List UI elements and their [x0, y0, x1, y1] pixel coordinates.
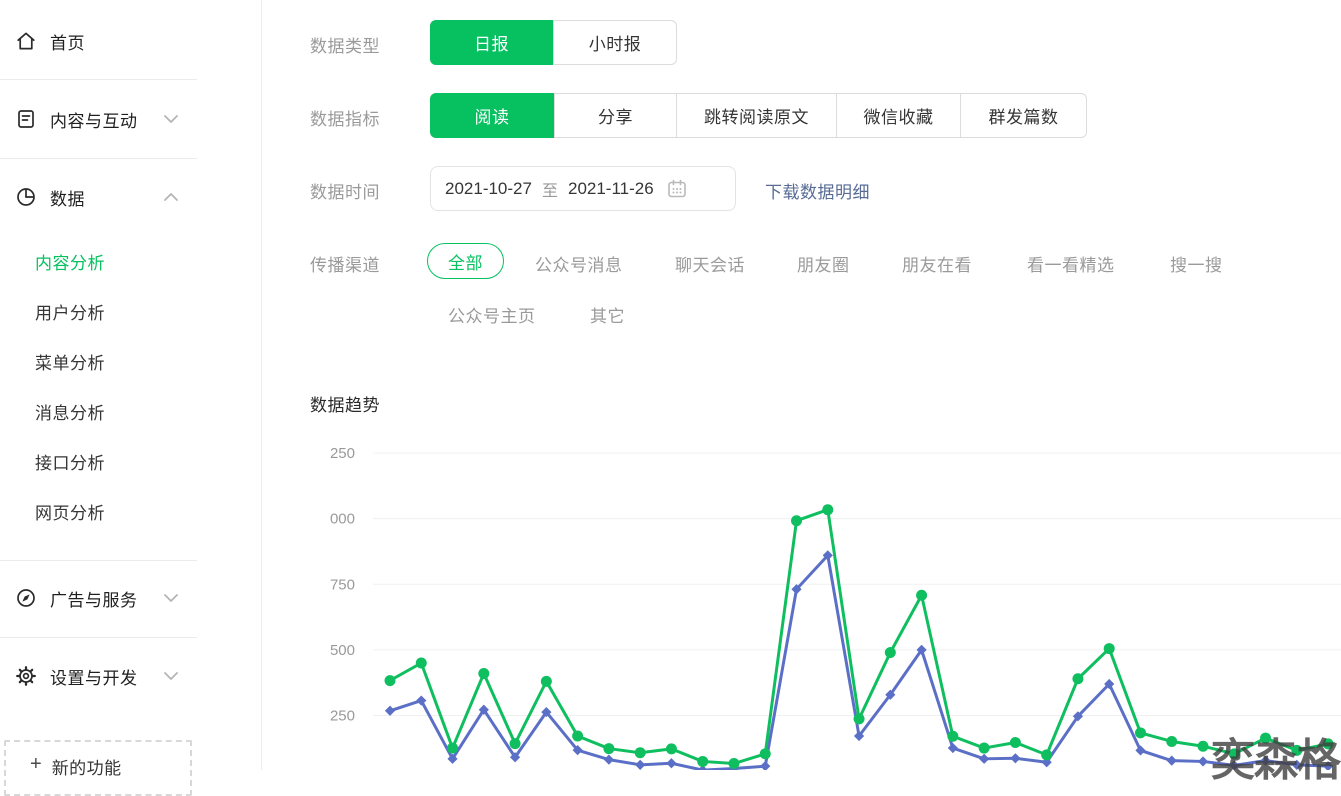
channel-official-message[interactable]: 公众号消息	[535, 251, 623, 276]
end-date: 2021-11-26	[568, 179, 654, 199]
svg-text:1000: 1000	[330, 511, 355, 528]
chart-title: 数据趋势	[310, 391, 380, 416]
sidebar-divider	[0, 158, 197, 159]
chevron-down-icon	[164, 672, 178, 680]
tab-wechat-favorite[interactable]: 微信收藏	[836, 93, 961, 138]
sidebar-item-label: 数据	[50, 185, 85, 210]
metric-toggle: 阅读 分享 跳转阅读原文 微信收藏 群发篇数	[430, 93, 1087, 138]
sidebar: 首页 内容与互动 数据 内容分析 用户分析 菜单分析 消息分析 接口分析 网页分…	[0, 0, 262, 770]
start-date: 2021-10-27	[445, 179, 532, 199]
channel-top-stories[interactable]: 看一看精选	[1027, 251, 1115, 276]
sidebar-divider	[0, 79, 197, 80]
channel-label: 传播渠道	[310, 251, 380, 276]
time-label: 数据时间	[310, 178, 380, 203]
sidebar-divider	[0, 560, 197, 561]
data-type-toggle: 日报 小时报	[430, 20, 677, 65]
channel-other[interactable]: 其它	[590, 302, 625, 327]
sidebar-subitem-content-analysis[interactable]: 内容分析	[35, 249, 105, 274]
pie-chart-icon	[14, 185, 38, 209]
svg-text:750: 750	[330, 576, 355, 593]
date-range-picker[interactable]: 2021-10-27 至 2021-11-26	[430, 166, 736, 211]
sidebar-item-settings-dev[interactable]: 设置与开发	[14, 659, 196, 693]
channel-moments[interactable]: 朋友圈	[797, 251, 850, 276]
sidebar-item-content-interaction[interactable]: 内容与互动	[14, 102, 196, 136]
channel-all-pill[interactable]: 全部	[427, 243, 504, 279]
document-icon	[14, 107, 38, 131]
channel-search[interactable]: 搜一搜	[1170, 251, 1223, 276]
sidebar-subitem-menu-analysis[interactable]: 菜单分析	[35, 349, 105, 374]
sidebar-subitem-api-analysis[interactable]: 接口分析	[35, 449, 105, 474]
sidebar-item-label: 广告与服务	[50, 586, 138, 611]
chevron-up-icon	[164, 193, 178, 201]
sidebar-item-label: 设置与开发	[50, 664, 138, 689]
channel-chat-session[interactable]: 聊天会话	[675, 251, 745, 276]
tab-share[interactable]: 分享	[554, 93, 677, 138]
sidebar-item-label: 内容与互动	[50, 107, 138, 132]
tab-jump-original[interactable]: 跳转阅读原文	[676, 93, 837, 138]
new-feature-label: 新的功能	[52, 754, 122, 779]
tab-read[interactable]: 阅读	[430, 93, 554, 138]
svg-text:1250: 1250	[330, 445, 355, 462]
tab-daily-report[interactable]: 日报	[430, 20, 553, 65]
tab-hourly-report[interactable]: 小时报	[553, 20, 677, 65]
channel-official-homepage[interactable]: 公众号主页	[448, 302, 536, 327]
plus-icon: +	[30, 754, 42, 774]
sidebar-item-ads-services[interactable]: 广告与服务	[14, 581, 196, 615]
calendar-icon	[666, 178, 688, 200]
trend-chart[interactable]: 1250 1000 750 500 250	[330, 430, 1341, 770]
tab-broadcast-count[interactable]: 群发篇数	[960, 93, 1087, 138]
sidebar-divider	[0, 637, 197, 638]
download-data-link[interactable]: 下载数据明细	[765, 178, 870, 203]
gear-icon	[14, 664, 38, 688]
sidebar-item-label: 首页	[50, 29, 85, 54]
svg-text:250: 250	[330, 708, 355, 725]
chevron-down-icon	[164, 115, 178, 123]
sidebar-subitem-message-analysis[interactable]: 消息分析	[35, 399, 105, 424]
sidebar-item-home[interactable]: 首页	[14, 24, 196, 58]
sidebar-item-data[interactable]: 数据	[14, 180, 196, 214]
svg-text:500: 500	[330, 642, 355, 659]
home-icon	[14, 29, 38, 53]
date-separator: 至	[542, 177, 558, 201]
chevron-down-icon	[164, 594, 178, 602]
metric-label: 数据指标	[310, 105, 380, 130]
watermark: 奕森格	[1211, 724, 1340, 788]
sidebar-subitem-user-analysis[interactable]: 用户分析	[35, 299, 105, 324]
data-type-label: 数据类型	[310, 32, 380, 57]
new-feature-button[interactable]: + 新的功能	[4, 740, 192, 796]
sidebar-subitem-web-analysis[interactable]: 网页分析	[35, 499, 105, 524]
compass-icon	[14, 586, 38, 610]
channel-friends-reading[interactable]: 朋友在看	[902, 251, 972, 276]
